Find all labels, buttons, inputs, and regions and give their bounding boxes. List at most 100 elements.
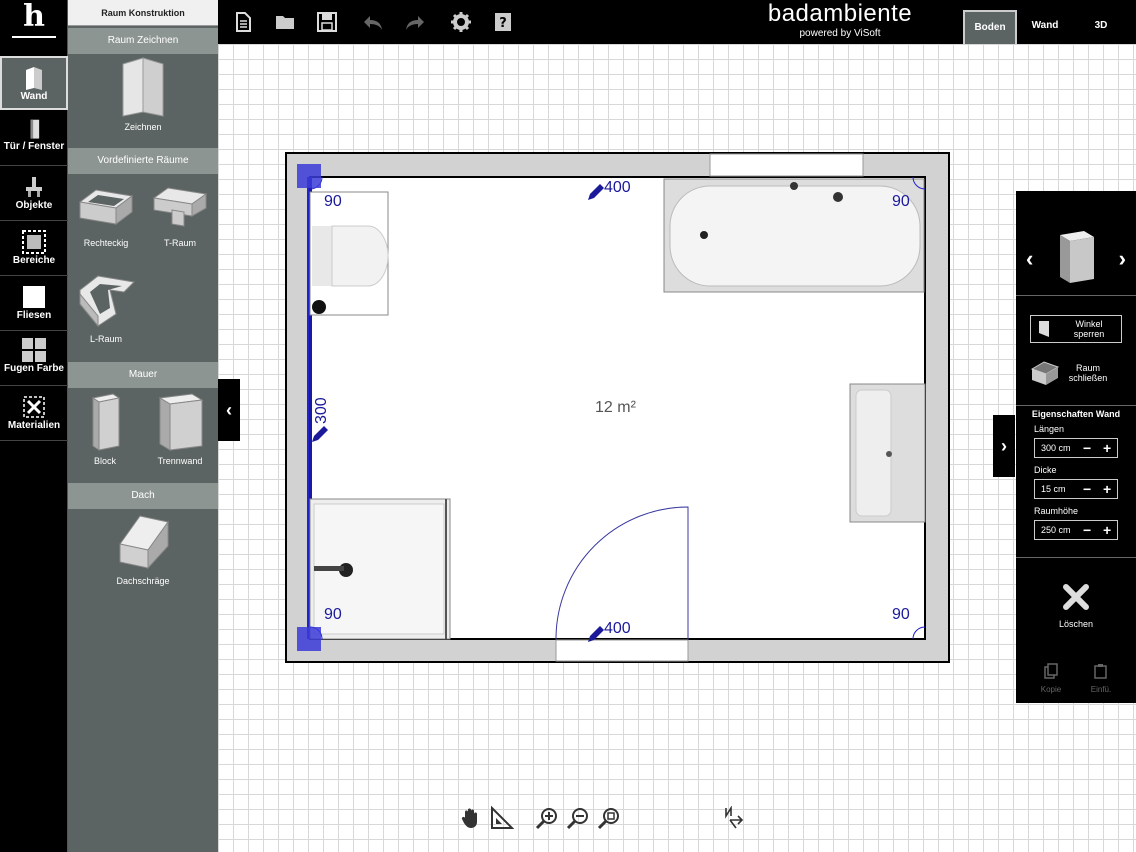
tab-3d[interactable]: 3D (1074, 10, 1128, 44)
section-raum-zeichnen: Raum Zeichnen (68, 28, 218, 54)
tab-boden[interactable]: Boden (963, 10, 1017, 44)
pan-hand-icon[interactable] (459, 806, 483, 830)
washbasin[interactable] (849, 383, 926, 523)
collapse-left-panel-button[interactable]: ‹ (218, 379, 240, 441)
tool-rechteckig[interactable]: Rechteckig (74, 184, 138, 248)
length-stepper[interactable]: 300 cm − + (1034, 438, 1118, 458)
bathtub[interactable] (663, 178, 925, 293)
panel-title: Raum Konstruktion (68, 0, 218, 26)
svg-text:?: ? (499, 16, 507, 31)
redo-icon[interactable] (404, 11, 426, 33)
tool-zeichnen[interactable]: Zeichnen (103, 56, 183, 132)
prev-object-button[interactable]: ‹ (1026, 246, 1033, 272)
section-vordefinierte-raeume: Vordefinierte Räume (68, 148, 218, 174)
zoom-in-icon[interactable] (535, 806, 559, 830)
l-room-icon (79, 275, 136, 328)
grout-icon (22, 338, 46, 362)
faucet-icon (26, 177, 42, 197)
zoom-fit-icon[interactable] (597, 806, 621, 830)
t-room-icon (152, 187, 208, 227)
room-height-label: Raumhöhe (1034, 506, 1079, 516)
rail-item-fugen-farbe[interactable]: Fugen Farbe (0, 332, 68, 386)
thickness-stepper[interactable]: 15 cm − + (1034, 479, 1118, 499)
thickness-decrement-button[interactable]: − (1083, 481, 1091, 497)
new-document-icon[interactable] (232, 11, 254, 33)
tool-label-rechteckig: Rechteckig (83, 238, 129, 248)
save-icon[interactable] (316, 11, 338, 33)
corner-handle-bottom-left[interactable] (297, 627, 321, 651)
tool-rail: h Wand Tür / Fenster Objekte Bereiche Fl… (0, 0, 68, 852)
delete-button[interactable]: Löschen (1046, 581, 1106, 629)
expand-right-panel-button[interactable]: › (993, 415, 1015, 477)
dim-left-label[interactable]: 300 (313, 397, 330, 424)
rail-item-fliesen[interactable]: Fliesen (0, 277, 68, 331)
tool-t-raum[interactable]: T-Raum (148, 184, 212, 248)
room-area-label: 12 m² (595, 399, 637, 416)
dim-bottom-label[interactable]: 400 (604, 620, 631, 637)
materials-icon (23, 396, 45, 418)
tool-label-l-raum: L-Raum (89, 334, 122, 344)
close-room-label: Raum schließen (1068, 363, 1108, 383)
undo-icon[interactable] (362, 11, 384, 33)
properties-panel: ‹ › Winkel sperren Raum schließen Eigens… (1016, 191, 1136, 703)
door-icon (30, 119, 40, 139)
room-height-stepper[interactable]: 250 cm − + (1034, 520, 1118, 540)
rail-item-tuer-fenster[interactable]: Tür / Fenster (0, 112, 68, 166)
rail-item-wand[interactable]: Wand (0, 56, 68, 110)
paste-button[interactable]: Einfü. (1086, 663, 1116, 697)
rail-item-objekte[interactable]: Objekte (0, 167, 68, 221)
floor-plan-canvas[interactable]: 400 400 300 90 90 90 90 12 m² ‹ › (218, 44, 1136, 852)
logo: h (0, 0, 68, 56)
length-decrement-button[interactable]: − (1083, 440, 1091, 456)
thickness-value[interactable]: 15 cm (1041, 484, 1066, 494)
brand-logo: badambiente powered by ViSoft (740, 0, 940, 44)
door-bottom[interactable] (555, 639, 689, 662)
rail-item-materialien[interactable]: Materialien (0, 387, 68, 441)
length-label: Längen (1034, 424, 1065, 434)
lock-angle-button[interactable]: Winkel sperren (1030, 315, 1122, 343)
toilet[interactable] (309, 191, 389, 316)
measure-icon[interactable] (490, 806, 514, 830)
delete-icon (1063, 584, 1089, 610)
window-top[interactable] (709, 153, 864, 177)
paste-icon (1094, 664, 1107, 679)
paste-label: Einfü. (1090, 685, 1112, 694)
tab-wand[interactable]: Wand (1018, 10, 1072, 44)
thickness-increment-button[interactable]: + (1103, 481, 1111, 497)
section-mauer: Mauer (68, 362, 218, 388)
length-value[interactable]: 300 cm (1041, 443, 1071, 453)
angle-bottom-right: 90 (892, 606, 910, 623)
help-icon[interactable]: ? (492, 11, 514, 33)
angle-lock-icon (1039, 321, 1049, 337)
length-increment-button[interactable]: + (1103, 440, 1111, 456)
top-toolbar: ? badambiente powered by ViSoft Boden Wa… (218, 0, 1136, 44)
next-object-button[interactable]: › (1119, 246, 1126, 272)
room-height-decrement-button[interactable]: − (1083, 522, 1091, 538)
tool-trennwand[interactable]: Trennwand (148, 390, 212, 466)
dim-top-label[interactable]: 400 (604, 179, 631, 196)
rail-label-fliesen: Fliesen (16, 310, 52, 321)
rail-label-tuer-fenster: Tür / Fenster (3, 141, 65, 152)
construction-panel: Raum Konstruktion Raum Zeichnen Zeichnen… (68, 0, 218, 852)
rail-item-bereiche[interactable]: Bereiche (0, 222, 68, 276)
brand-name: badambiente (767, 0, 913, 27)
corner-handle-top-left[interactable] (297, 164, 321, 188)
room-height-value[interactable]: 250 cm (1041, 525, 1071, 535)
tool-block[interactable]: Block (74, 390, 136, 466)
properties-title: Eigenschaften Wand (1031, 409, 1121, 419)
open-folder-icon[interactable] (274, 11, 296, 33)
north-arrow-icon[interactable] (722, 806, 746, 830)
settings-icon[interactable] (450, 11, 472, 33)
section-dach: Dach (68, 483, 218, 509)
logo-mark: h (23, 0, 45, 34)
room-height-increment-button[interactable]: + (1103, 522, 1111, 538)
zoom-out-icon[interactable] (566, 806, 590, 830)
angle-top-left: 90 (324, 193, 342, 210)
copy-button[interactable]: Kopie (1036, 663, 1066, 697)
angle-top-right: 90 (892, 193, 910, 210)
tool-label-zeichnen: Zeichnen (124, 122, 162, 132)
tool-l-raum[interactable]: L-Raum (74, 270, 138, 344)
tool-dachschraege[interactable]: Dachschräge (103, 512, 183, 586)
tile-icon (23, 286, 45, 308)
close-room-button[interactable]: Raum schließen (1030, 357, 1122, 389)
